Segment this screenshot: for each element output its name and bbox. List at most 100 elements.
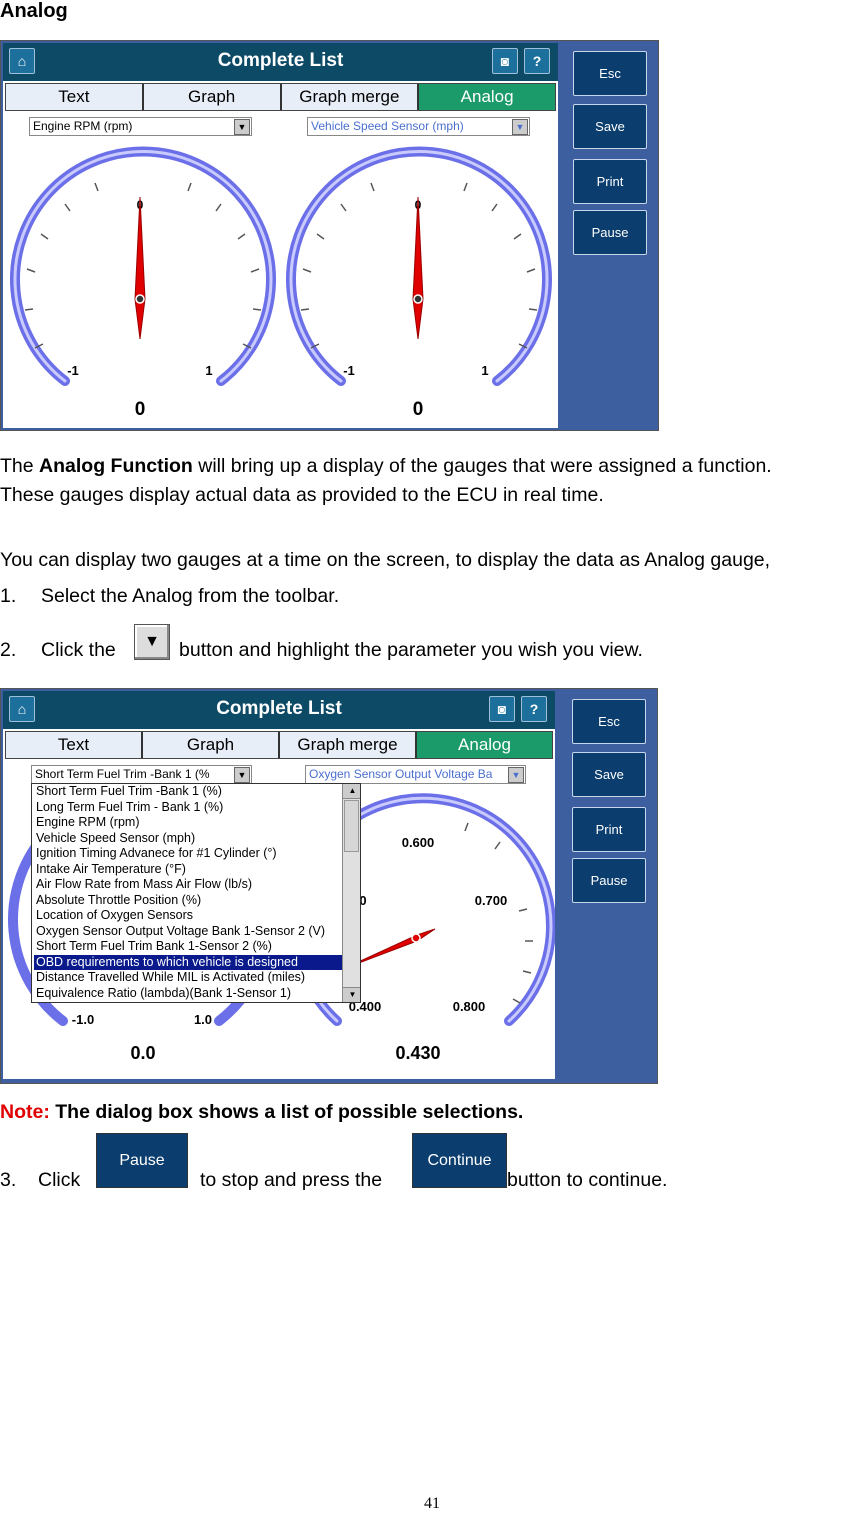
page-number: 41 [424,1495,440,1512]
para1-suffix: will bring up a display of the gauges th… [192,455,772,477]
gauge-left: 0 -1 1 0 [10,146,276,420]
parameter-list-items: Short Term Fuel Trim -Bank 1 (%) Long Ter… [32,784,360,1001]
home-icon[interactable]: ⌂ [9,696,35,722]
para1-prefix: The [0,455,40,477]
help-icon[interactable]: ? [524,48,550,74]
save-button[interactable]: Save [573,104,647,149]
step-2-number: 2. [0,639,17,661]
title-bar: ⌂ Complete List ◙ ? [3,691,555,729]
parameter-select-right[interactable]: Oxygen Sensor Output Voltage Ba ▼ [305,765,526,784]
screen-title: Complete List [217,50,344,71]
tab-graph-merge[interactable]: Graph merge [282,84,420,110]
gauge-left-value: 0.0 [130,1043,155,1063]
list-item[interactable]: Vehicle Speed Sensor (mph) [34,831,360,847]
title-bar: ⌂ Complete List ◙ ? [3,43,558,81]
list-item[interactable]: Short Term Fuel Trim Bank 1-Sensor 2 (%) [34,939,360,955]
gauge-right-label-0700: 0.700 [475,893,508,908]
list-item[interactable]: OBD requirements to which vehicle is des… [34,954,360,970]
camera-icon[interactable]: ◙ [489,696,515,722]
parameter-select-left[interactable]: Short Term Fuel Trim -Bank 1 (% ▼ [31,765,252,784]
print-button[interactable]: Print [573,159,647,204]
camera-icon[interactable]: ◙ [492,48,518,74]
pause-button[interactable]: Pause [572,858,646,903]
parameter-select-right-value: Vehicle Speed Sensor (mph) [311,119,464,133]
gauge-right-value: 0.430 [395,1043,440,1063]
esc-button[interactable]: Esc [573,51,647,96]
note: Note: The dialog box shows a list of pos… [0,1101,523,1124]
list-item[interactable]: Equivalence Ratio (lambda)(Bank 1-Sensor… [34,986,360,1002]
step-1: 1. Select the Analog from the toolbar. [0,584,339,608]
list-item[interactable]: Location of Oxygen Sensors [34,908,360,924]
tab-graph[interactable]: Graph [144,84,282,110]
list-item[interactable]: Distance Travelled While MIL is Activate… [34,970,360,986]
parameter-select-left[interactable]: Engine RPM (rpm) ▼ [29,117,252,136]
paragraph-gauges-display: These gauges display actual data as prov… [0,484,604,506]
gauge-right-value: 0 [413,399,424,420]
tab-bar: Text Graph Graph merge Analog [5,83,556,111]
gauge-right: 0 -1 1 0 [286,146,552,420]
list-item[interactable]: Oxygen Sensor Output Voltage Bank 1-Sens… [34,924,360,940]
chevron-down-icon[interactable]: ▼ [234,767,250,783]
list-item[interactable]: Air Flow Rate from Mass Air Flow (lb/s) [34,877,360,893]
parameter-select-right-value: Oxygen Sensor Output Voltage Ba [309,767,493,781]
screen-area: ⌂ Complete List ◙ ? Text Graph Graph mer… [3,43,558,428]
step-3-post: button to continue. [507,1169,668,1191]
tab-analog[interactable]: Analog [419,84,555,110]
step-1-text: Select the Analog from the toolbar. [41,585,340,607]
gauge-right-label-0800: 0.800 [453,999,486,1014]
gauge-left-max-label: 1 [205,363,212,378]
gauge-left-min-label: -1 [67,363,79,378]
step-3-mid: to stop and press the [200,1169,383,1191]
parameter-select-left-value: Engine RPM (rpm) [33,119,133,133]
pause-button[interactable]: Pause [573,210,647,255]
list-item[interactable]: Engine RPM (rpm) [34,815,360,831]
gauge-right-needle [412,196,424,340]
gauge-left-value: 0 [135,399,146,420]
paragraph-two-gauges: You can display two gauges at a time on … [0,549,771,571]
parameter-select-left-value: Short Term Fuel Trim -Bank 1 (% [35,767,210,781]
section-heading: Analog [0,0,68,22]
home-icon[interactable]: ⌂ [9,48,35,74]
side-panel: Esc Save Print Pause [559,689,657,1083]
tab-text[interactable]: Text [6,732,143,758]
step-2: 2. Click the [0,638,116,662]
paragraph-analog-function: The Analog Function will bring up a disp… [0,454,772,478]
chevron-down-icon[interactable]: ▼ [234,119,250,135]
list-item[interactable]: Intake Air Temperature (°F) [34,862,360,878]
list-item[interactable]: Ignition Timing Advanece for #1 Cylinder… [34,846,360,862]
chevron-down-icon[interactable]: ▼ [508,767,524,783]
help-icon[interactable]: ? [521,696,547,722]
gauge-right-max-label: 1 [481,363,488,378]
step-2-post: button and highlight the parameter you w… [179,639,643,661]
step-2-pre: Click the [41,639,116,661]
parameter-dropdown-list[interactable]: Short Term Fuel Trim -Bank 1 (%) Long Ter… [31,783,361,1003]
chevron-down-icon[interactable]: ▼ [512,119,528,135]
pause-inline-button: Pause [96,1133,188,1188]
note-label: Note: [0,1101,50,1123]
parameter-select-right[interactable]: Vehicle Speed Sensor (mph) ▼ [307,117,530,136]
analog-screenshot-1: ⌂ Complete List ◙ ? Text Graph Graph mer… [0,40,659,431]
scroll-up-icon[interactable]: ▲ [343,784,360,799]
list-item[interactable]: Absolute Throttle Position (%) [34,893,360,909]
gauge-right-min-label: -1 [343,363,355,378]
screen-area: ⌂ Complete List ◙ ? Text Graph Graph mer… [3,691,555,1079]
esc-button[interactable]: Esc [572,699,646,744]
tab-analog[interactable]: Analog [417,732,552,758]
gauge-right-label-0600: 0.600 [402,835,435,850]
step-3-pre: Click [38,1169,81,1191]
list-item[interactable]: Short Term Fuel Trim -Bank 1 (%) [34,784,360,800]
tab-graph-merge[interactable]: Graph merge [280,732,417,758]
save-button[interactable]: Save [572,752,646,797]
gauge-left-needle [134,196,146,340]
tab-text[interactable]: Text [6,84,144,110]
dropdown-arrow-inline-icon: ▼ [134,624,170,660]
step-1-number: 1. [0,585,17,607]
scroll-down-icon[interactable]: ▼ [343,987,360,1002]
tab-graph[interactable]: Graph [143,732,280,758]
scroll-thumb[interactable] [344,800,359,852]
list-scrollbar[interactable]: ▲ ▼ [342,784,360,1002]
screen-title: Complete List [216,698,342,719]
para1-bold: Analog Function [39,455,193,477]
list-item[interactable]: Long Term Fuel Trim - Bank 1 (%) [34,800,360,816]
print-button[interactable]: Print [572,807,646,852]
